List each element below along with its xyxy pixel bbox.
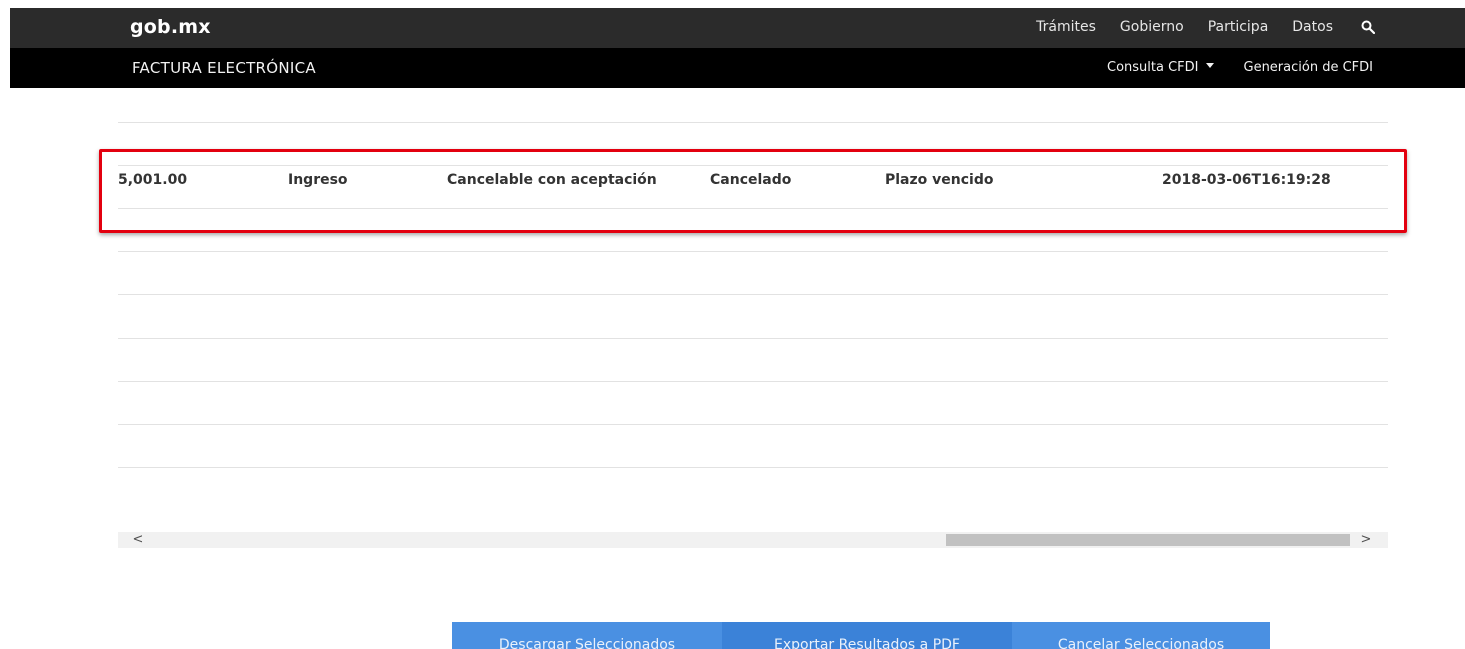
gobmx-logo[interactable]: gob.mx	[130, 16, 211, 38]
site-title[interactable]: FACTURA ELECTRÓNICA	[132, 59, 316, 77]
row-divider	[118, 122, 1388, 123]
sub-nav: Consulta CFDI Generación de CFDI	[1107, 60, 1373, 75]
cancel-selected-button[interactable]: Cancelar Seleccionados	[1012, 622, 1270, 649]
nav-participa[interactable]: Participa	[1208, 19, 1269, 35]
row-divider	[118, 338, 1388, 339]
top-nav: Trámites Gobierno Participa Datos	[1036, 19, 1375, 35]
caret-down-icon	[1205, 63, 1214, 68]
row-divider	[118, 381, 1388, 382]
scroll-left-icon[interactable]: <	[130, 532, 146, 548]
consulta-cfdi-dropdown[interactable]: Consulta CFDI	[1107, 60, 1214, 75]
search-icon[interactable]	[1361, 20, 1375, 34]
row-divider	[118, 424, 1388, 425]
top-navbar: gob.mx Trámites Gobierno Participa Datos	[10, 8, 1465, 48]
nav-tramites[interactable]: Trámites	[1036, 19, 1096, 35]
download-selected-label: Descargar Seleccionados	[498, 637, 676, 649]
action-buttons: Descargar Seleccionados Exportar Resulta…	[452, 622, 1270, 649]
export-pdf-label: Exportar Resultados a PDF	[774, 637, 960, 649]
nav-datos[interactable]: Datos	[1292, 19, 1333, 35]
export-pdf-button[interactable]: Exportar Resultados a PDF	[722, 622, 1012, 649]
nav-gobierno[interactable]: Gobierno	[1120, 19, 1184, 35]
horizontal-scrollbar[interactable]: < >	[118, 532, 1388, 548]
sub-navbar: FACTURA ELECTRÓNICA Consulta CFDI Genera…	[10, 48, 1465, 88]
scroll-right-icon[interactable]: >	[1358, 532, 1374, 548]
scrollbar-thumb[interactable]	[946, 534, 1350, 546]
row-divider	[118, 467, 1388, 468]
download-selected-button[interactable]: Descargar Seleccionados	[452, 622, 722, 649]
generacion-cfdi-link[interactable]: Generación de CFDI	[1244, 60, 1374, 75]
cancel-selected-label: Cancelar Seleccionados	[1057, 637, 1225, 649]
highlight-box	[99, 149, 1407, 233]
row-divider	[118, 294, 1388, 295]
row-divider	[118, 251, 1388, 252]
consulta-cfdi-label: Consulta CFDI	[1107, 60, 1199, 75]
